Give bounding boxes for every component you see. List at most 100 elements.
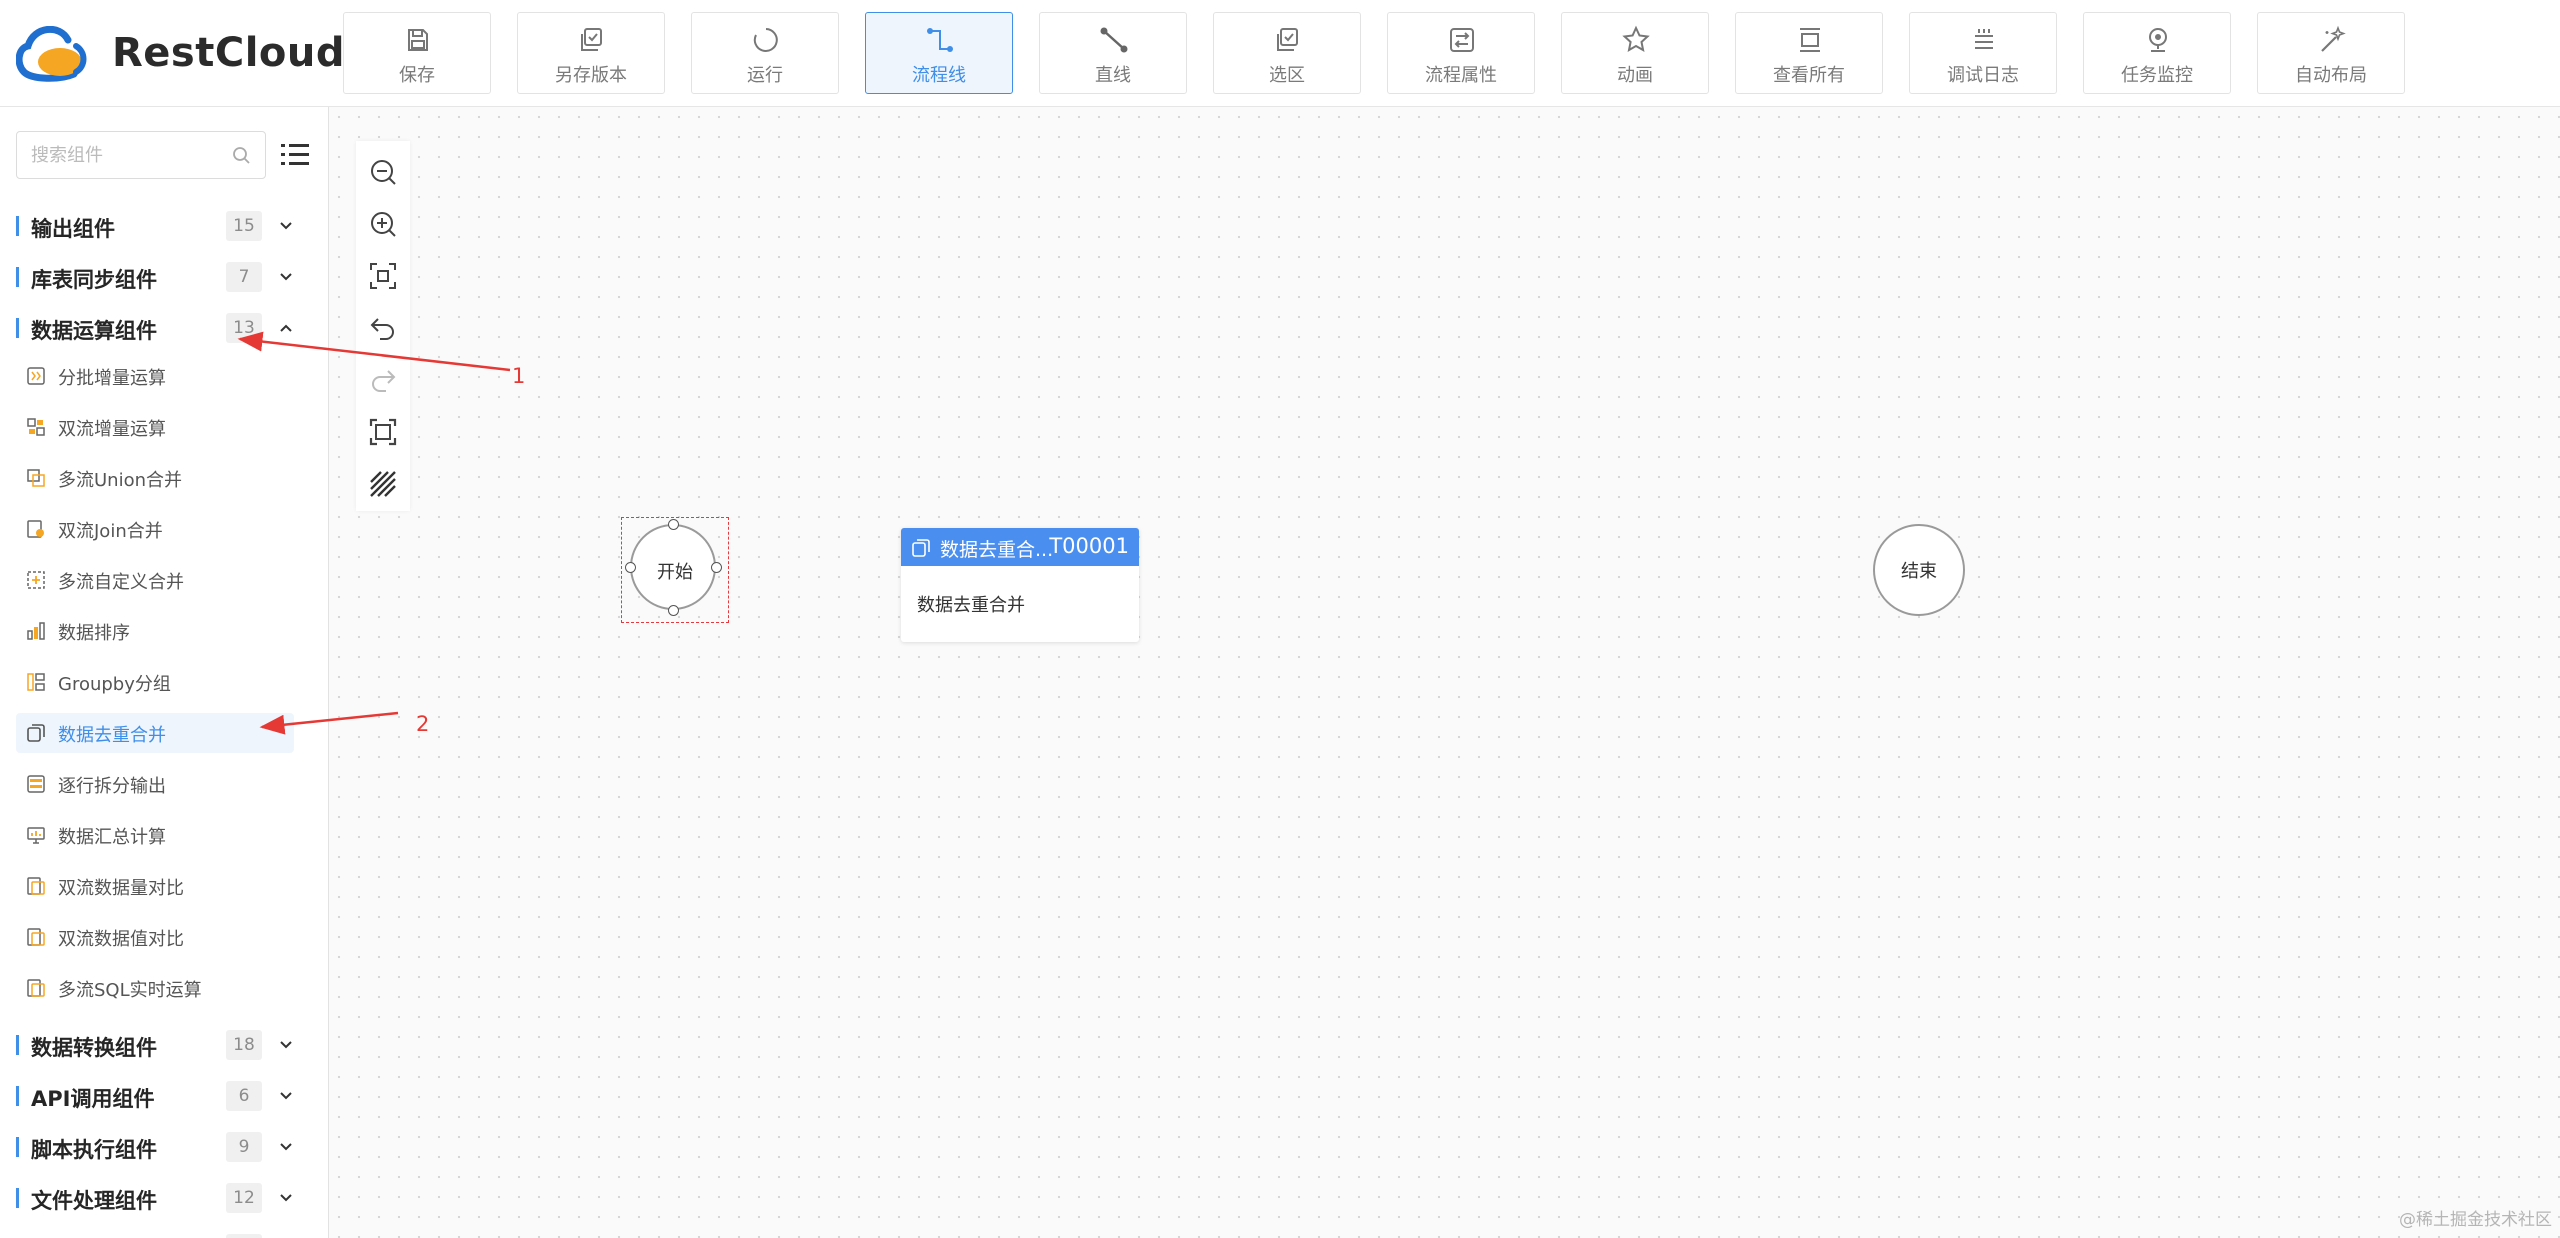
toolbar-auto-layout-button[interactable]: 自动布局 [2257, 12, 2405, 94]
component-item[interactable]: 分批增量运算 [16, 356, 294, 396]
toolbar-task-monitor-button[interactable]: 任务监控 [2083, 12, 2231, 94]
flow-properties-icon [1450, 28, 1474, 52]
category-count-badge: 9 [226, 1132, 262, 1162]
annotation-label-2: 2 [416, 712, 430, 736]
component-item-label: 双流数据量对比 [58, 878, 184, 899]
toolbar-view-all-button[interactable]: 查看所有 [1735, 12, 1883, 94]
connection-handle-left[interactable] [625, 562, 636, 573]
toolbar-save-version-button[interactable]: 另存版本 [517, 12, 665, 94]
category-data-operation[interactable]: 数据运算组件 13 [0, 304, 328, 355]
toolbar-flow-properties-label: 流程属性 [1425, 65, 1497, 86]
save-version-icon [581, 28, 602, 51]
straight-line-icon [1100, 27, 1128, 53]
component-item[interactable]: 双流增量运算 [16, 407, 294, 447]
category-label: 数据转换组件 [31, 1036, 157, 1060]
chevron-down-icon[interactable] [278, 1139, 294, 1155]
category-marker [16, 1188, 19, 1208]
groupby-icon [27, 673, 45, 691]
category-count-badge [226, 1234, 262, 1238]
toolbar-select-area-label: 选区 [1269, 65, 1305, 86]
cloud-logo-icon [16, 26, 87, 82]
zoom-out-icon[interactable] [368, 157, 398, 187]
sql-realtime-icon [27, 979, 45, 997]
toolbar-straight-line-label: 直线 [1095, 65, 1131, 86]
task-node-header: 数据去重合... T00001 [901, 528, 1139, 566]
value-compare-icon [27, 928, 45, 946]
list-view-icon[interactable] [280, 141, 310, 169]
category-marker [16, 216, 19, 236]
component-item[interactable]: 多流Union合并 [16, 458, 294, 498]
animation-icon [1622, 25, 1650, 52]
run-icon [753, 28, 778, 52]
component-item[interactable]: 数据汇总计算 [16, 815, 294, 855]
component-item[interactable]: 双流Join合并 [16, 509, 294, 549]
component-item-label: 分批增量运算 [58, 368, 166, 389]
connection-handle-bottom[interactable] [668, 605, 679, 616]
category-count-badge: 12 [226, 1183, 262, 1213]
component-item[interactable]: 数据排序 [16, 611, 294, 651]
zoom-in-icon[interactable] [368, 209, 398, 239]
component-item[interactable]: 多流自定义合并 [16, 560, 294, 600]
component-item-label: 逐行拆分输出 [58, 776, 166, 797]
chevron-down-icon[interactable] [278, 1190, 294, 1206]
chevron-down-icon[interactable] [278, 1088, 294, 1104]
watermark: @稀土掘金技术社区 [2399, 1210, 2552, 1230]
toolbar-run-button[interactable]: 运行 [691, 12, 839, 94]
toolbar-debug-log-button[interactable]: 调试日志 [1909, 12, 2057, 94]
toolbar-flow-line-label: 流程线 [912, 65, 966, 86]
app-name: RestCloud [112, 30, 346, 76]
category-label: 库表同步组件 [31, 268, 157, 292]
category-partially-visible[interactable] [0, 1225, 328, 1238]
flow-canvas[interactable]: 开始 数据去重合... T00001 数据去重合并 结束 @稀土掘金技术社区 [329, 107, 2560, 1238]
toolbar-animation-button[interactable]: 动画 [1561, 12, 1709, 94]
component-item[interactable]: 双流数据量对比 [16, 866, 294, 906]
component-item[interactable]: 多流SQL实时运算 [16, 968, 294, 1008]
category-output[interactable]: 输出组件 15 [0, 202, 328, 253]
connection-handle-top[interactable] [668, 519, 679, 530]
connection-handle-right[interactable] [711, 562, 722, 573]
component-item[interactable]: 逐行拆分输出 [16, 764, 294, 804]
component-item-label: Groupby分组 [58, 674, 171, 695]
actual-size-icon[interactable] [368, 417, 398, 447]
dedup-merge-icon [912, 539, 930, 557]
flow-line-icon [927, 28, 953, 52]
component-item-selected[interactable]: 数据去重合并 [16, 713, 294, 753]
redo-icon[interactable] [368, 365, 398, 395]
grid-toggle-icon[interactable] [368, 469, 398, 499]
toolbar-flow-properties-button[interactable]: 流程属性 [1387, 12, 1535, 94]
component-search-input[interactable] [31, 142, 221, 168]
chevron-down-icon[interactable] [278, 1037, 294, 1053]
chevron-down-icon[interactable] [278, 269, 294, 285]
chevron-up-icon[interactable] [278, 320, 294, 336]
chevron-down-icon[interactable] [278, 218, 294, 234]
category-table-sync[interactable]: 库表同步组件 7 [0, 253, 328, 304]
task-monitor-icon [2149, 28, 2167, 52]
category-api-call[interactable]: API调用组件 6 [0, 1072, 328, 1123]
component-item-label: 多流SQL实时运算 [58, 980, 202, 1001]
component-item[interactable]: Groupby分组 [16, 662, 294, 702]
category-data-transform[interactable]: 数据转换组件 18 [0, 1021, 328, 1072]
category-script-exec[interactable]: 脚本执行组件 9 [0, 1123, 328, 1174]
toolbar-straight-line-button[interactable]: 直线 [1039, 12, 1187, 94]
category-count-badge: 15 [226, 211, 262, 241]
component-item-label: 双流数据值对比 [58, 929, 184, 950]
toolbar-save-version-label: 另存版本 [555, 65, 627, 86]
end-node[interactable]: 结束 [1873, 524, 1965, 616]
start-node[interactable]: 开始 [621, 517, 729, 625]
canvas-tool-panel [356, 141, 410, 511]
task-node-dedup-merge[interactable]: 数据去重合... T00001 数据去重合并 [901, 528, 1139, 642]
fit-view-icon[interactable] [368, 261, 398, 291]
toolbar-animation-label: 动画 [1617, 65, 1653, 86]
summary-calc-icon [27, 827, 45, 844]
component-item-label: 数据去重合并 [58, 725, 166, 746]
undo-icon[interactable] [368, 313, 398, 343]
category-label: API调用组件 [31, 1087, 155, 1111]
category-file-processing[interactable]: 文件处理组件 12 [0, 1174, 328, 1225]
toolbar-flow-line-button[interactable]: 流程线 [865, 12, 1013, 94]
toolbar-task-monitor-label: 任务监控 [2121, 65, 2193, 86]
component-item[interactable]: 双流数据值对比 [16, 917, 294, 957]
search-icon[interactable] [231, 145, 253, 167]
toolbar-save-button[interactable]: 保存 [343, 12, 491, 94]
component-item-label: 多流Union合并 [58, 470, 183, 491]
toolbar-select-area-button[interactable]: 选区 [1213, 12, 1361, 94]
